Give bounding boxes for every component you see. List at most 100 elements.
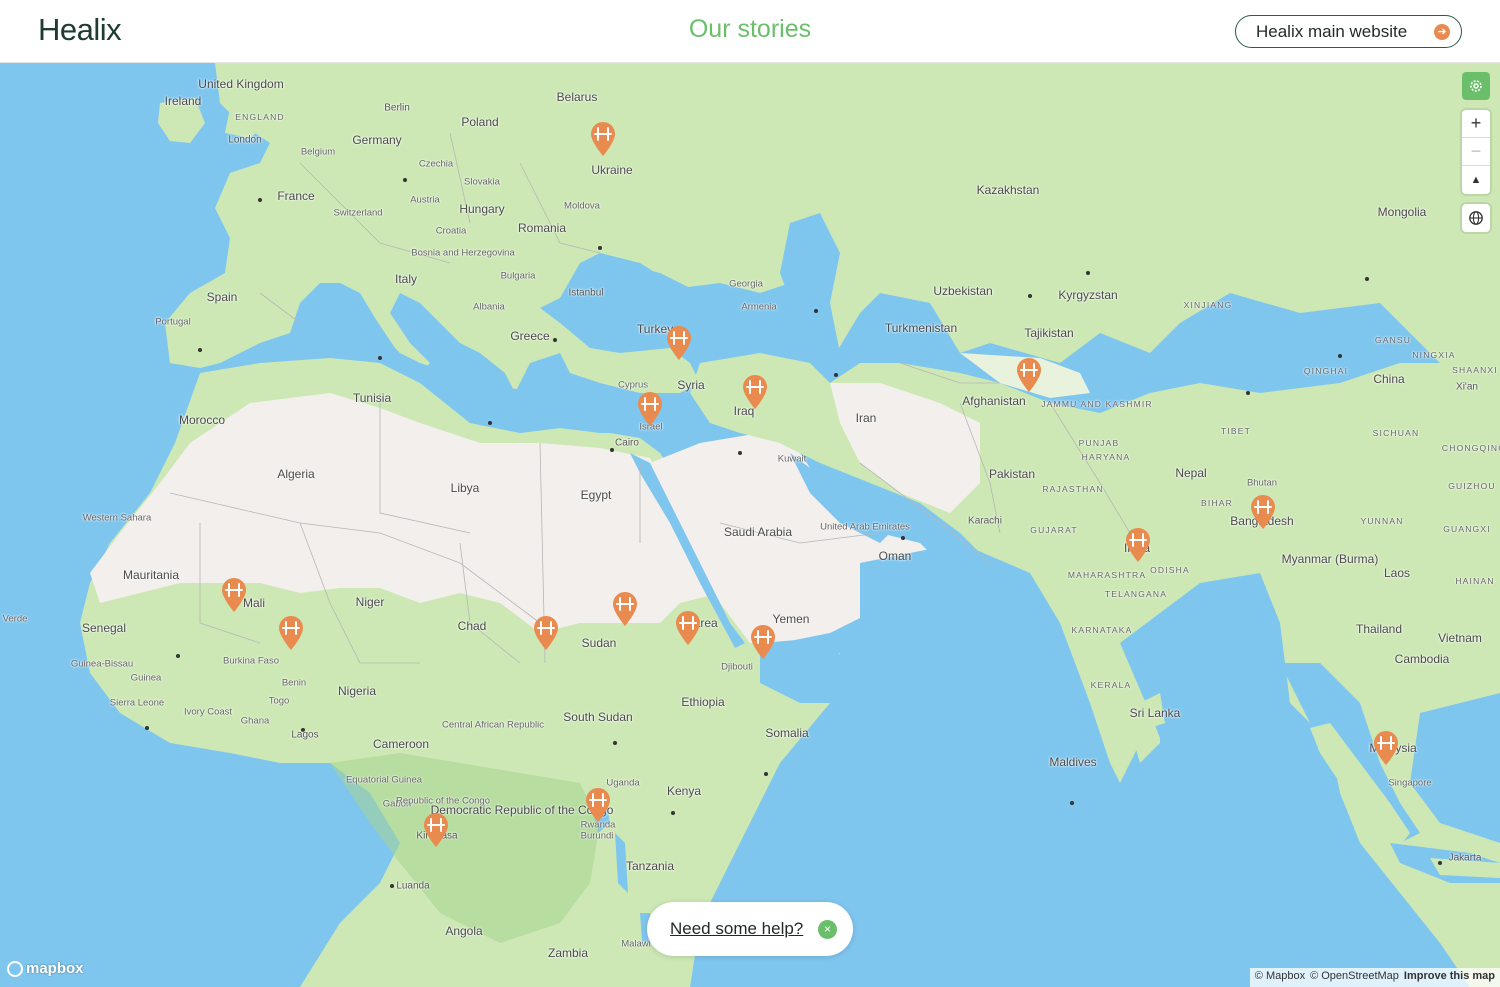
map-label-austria: Austria: [410, 194, 440, 206]
compass-button[interactable]: ▲: [1462, 166, 1490, 194]
map-label-myanmar-burma-: Myanmar (Burma): [1281, 552, 1379, 566]
story-marker-ukraine[interactable]: [589, 121, 617, 157]
story-marker-mali[interactable]: [220, 577, 248, 613]
map-label-jammu-and-kashmir: JAMMU AND KASHMIR: [1041, 399, 1153, 409]
header: Healix Our stories Healix main website ➔: [0, 0, 1500, 63]
story-marker-turkey[interactable]: [665, 325, 693, 361]
main-website-label: Healix main website: [1256, 21, 1408, 41]
map-label-england: ENGLAND: [235, 112, 285, 122]
map-label-tanzania: Tanzania: [625, 859, 675, 873]
map-label-poland: Poland: [461, 115, 499, 129]
map-label-senegal: Senegal: [81, 621, 127, 635]
map-label-sierra-leone: Sierra Leone: [109, 697, 165, 709]
story-marker-india[interactable]: [1124, 527, 1152, 563]
story-marker-malaysia[interactable]: [1372, 730, 1400, 766]
story-marker-yemen[interactable]: [749, 624, 777, 660]
mapbox-wordmark: mapbox: [26, 960, 84, 977]
map-label-western-sahara: Western Sahara: [82, 512, 152, 524]
mapbox-circle-icon: [7, 960, 23, 977]
help-widget: Need some help? ×: [647, 902, 853, 956]
map-label-ningxia: NINGXIA: [1412, 350, 1456, 360]
healix-pin-icon: [534, 616, 558, 650]
map-label-vietnam: Vietnam: [1438, 631, 1482, 645]
zoom-in-button[interactable]: +: [1462, 110, 1490, 138]
map[interactable]: United Kingdom Ireland ENGLAND London Berlin…: [0, 63, 1500, 987]
map-label-bihar: BIHAR: [1201, 498, 1233, 508]
healix-pin-icon: [424, 813, 448, 847]
arrow-right-icon: ➔: [1434, 24, 1450, 40]
map-label-lagos: Lagos: [291, 729, 319, 741]
map-label-moldova: Moldova: [564, 200, 600, 212]
map-label-telangana: TELANGANA: [1104, 589, 1168, 599]
map-label-rajasthan: RAJASTHAN: [1042, 484, 1104, 494]
mapbox-logo[interactable]: mapbox: [7, 960, 84, 977]
story-marker-eritrea[interactable]: [674, 610, 702, 646]
map-label-qinghai: QINGHAI: [1303, 366, 1349, 376]
map-label-malawi: Malawi: [621, 938, 651, 950]
map-label-singapore: Singapore: [1388, 777, 1432, 789]
map-label-maldives: Maldives: [1049, 755, 1097, 769]
healix-pin-icon: [613, 592, 637, 626]
map-label-niger: Niger: [355, 595, 385, 609]
map-label-ivory-coast: Ivory Coast: [183, 706, 233, 718]
map-label-xinjiang: XINJIANG: [1183, 300, 1233, 310]
map-label-somalia: Somalia: [765, 726, 809, 740]
mapbox-attribution-link[interactable]: © Mapbox: [1255, 970, 1305, 985]
story-marker-democratic-republic-of-the-congo-west-[interactable]: [422, 812, 450, 848]
story-marker-afghanistan[interactable]: [1015, 357, 1043, 393]
healix-pin-icon: [591, 122, 615, 156]
map-label-china: China: [1373, 372, 1405, 386]
map-label-romania: Romania: [517, 221, 567, 235]
map-label-spain: Spain: [206, 290, 238, 304]
map-label-gansu: GANSU: [1374, 335, 1412, 345]
map-label-guinea-bissau: Guinea-Bissau: [70, 658, 134, 670]
map-label-united-kingdom: United Kingdom: [198, 77, 284, 91]
map-label-ghana: Ghana: [240, 715, 270, 727]
map-label-belarus: Belarus: [556, 90, 598, 104]
map-label-equatorial-guinea: Equatorial Guinea: [345, 774, 423, 786]
healix-pin-icon: [1017, 358, 1041, 392]
map-label-hungary: Hungary: [459, 202, 505, 216]
healix-pin-icon: [222, 578, 246, 612]
map-label-germany: Germany: [352, 133, 402, 147]
improve-map-link[interactable]: Improve this map: [1404, 970, 1495, 985]
map-label-ireland: Ireland: [164, 94, 202, 108]
map-label-albania: Albania: [473, 301, 505, 313]
map-label-kerala: KERALA: [1090, 680, 1132, 690]
map-label-nepal: Nepal: [1175, 466, 1207, 480]
map-label-united-arab-emirates: United Arab Emirates: [820, 521, 910, 533]
map-label-chongqing: CHONGQING: [1441, 443, 1500, 453]
map-label-chad: Chad: [457, 619, 487, 633]
map-label-karachi: Karachi: [968, 515, 1002, 527]
story-marker-democratic-republic-of-the-congo-east-[interactable]: [584, 787, 612, 823]
map-label-kuwait: Kuwait: [777, 453, 807, 465]
osm-attribution-link[interactable]: © OpenStreetMap: [1310, 970, 1399, 985]
map-label-odisha: ODISHA: [1150, 565, 1190, 575]
story-marker-burkina-faso[interactable]: [277, 615, 305, 651]
map-label-gujarat: GUJARAT: [1030, 525, 1078, 535]
healix-pin-icon: [279, 616, 303, 650]
map-label-punjab: PUNJAB: [1078, 438, 1120, 448]
healix-pin-icon: [667, 326, 691, 360]
map-settings-button[interactable]: [1462, 72, 1490, 100]
map-label-ukraine: Ukraine: [591, 163, 633, 177]
map-label-jakarta: Jakarta: [1448, 852, 1482, 864]
story-marker-israel[interactable]: [636, 391, 664, 427]
globe-button[interactable]: [1462, 204, 1490, 232]
close-icon[interactable]: ×: [818, 920, 837, 939]
map-label-burkina-faso: Burkina Faso: [223, 655, 279, 667]
story-marker-bangladesh[interactable]: [1249, 494, 1277, 530]
globe-icon: [1469, 211, 1483, 225]
map-label-france: France: [277, 189, 315, 203]
help-link[interactable]: Need some help?: [670, 919, 803, 939]
story-marker-sudan[interactable]: [611, 591, 639, 627]
main-website-button[interactable]: Healix main website ➔: [1235, 15, 1462, 48]
story-marker-sudan-west-[interactable]: [532, 615, 560, 651]
map-label-turkmenistan: Turkmenistan: [884, 321, 958, 335]
zoom-out-button[interactable]: −: [1462, 138, 1490, 166]
map-label-maharashtra: MAHARASHTRA: [1067, 570, 1147, 580]
map-label-djibouti: Djibouti: [721, 661, 753, 673]
map-label-sudan: Sudan: [581, 636, 617, 650]
story-marker-iraq[interactable]: [741, 374, 769, 410]
map-label-italy: Italy: [394, 272, 418, 286]
